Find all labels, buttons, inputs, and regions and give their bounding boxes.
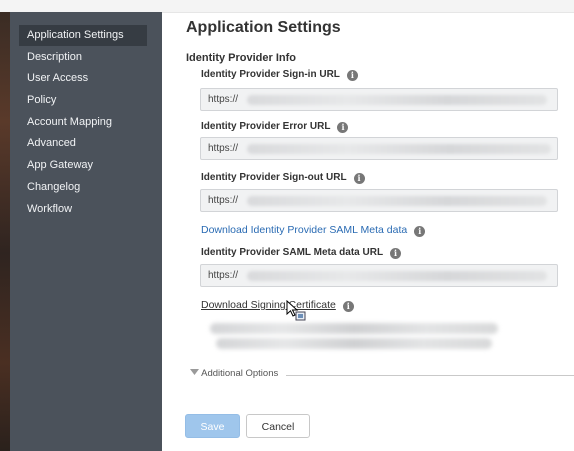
info-icon[interactable]: i — [346, 70, 358, 81]
redacted-blur — [247, 95, 547, 105]
sidebar-item-advanced[interactable]: Advanced — [19, 133, 147, 154]
sidebar-item-changelog[interactable]: Changelog — [19, 177, 147, 198]
error-url-value: https:// — [208, 143, 239, 154]
saml-metadata-url-label-text: Identity Provider SAML Meta data URL — [201, 247, 384, 258]
saml-metadata-url-label: Identity Provider SAML Meta data URL i — [201, 247, 402, 259]
signin-url-label-text: Identity Provider Sign-in URL — [201, 69, 340, 80]
error-url-label-text: Identity Provider Error URL — [201, 121, 331, 132]
download-saml-metadata-text: Download Identity Provider SAML Meta dat… — [201, 224, 408, 236]
divider — [286, 375, 574, 376]
saml-metadata-url-field[interactable]: https:// — [200, 264, 558, 287]
download-signing-certificate-link[interactable]: Download Signing Certificate i — [201, 299, 354, 312]
redacted-blur — [247, 196, 547, 206]
signin-url-value: https:// — [208, 94, 239, 105]
additional-options-label: Additional Options — [201, 368, 279, 379]
download-signing-certificate-text: Download Signing Certificate — [201, 299, 336, 311]
redacted-certificate-blur — [210, 323, 498, 334]
info-icon[interactable]: i — [353, 173, 365, 184]
redacted-certificate-blur — [216, 338, 492, 349]
redacted-blur — [247, 144, 551, 154]
main-content: Application Settings Identity Provider I… — [162, 12, 574, 451]
sidebar-item-policy[interactable]: Policy — [19, 90, 147, 111]
sidebar-item-app-gateway[interactable]: App Gateway — [19, 155, 147, 176]
error-url-label: Identity Provider Error URL i — [201, 121, 349, 133]
page-title: Application Settings — [186, 19, 341, 36]
background-edge — [0, 12, 10, 451]
error-url-field[interactable]: https:// — [200, 137, 558, 160]
signin-url-field[interactable]: https:// — [200, 88, 558, 111]
signout-url-value: https:// — [208, 195, 239, 206]
info-icon[interactable]: i — [414, 226, 426, 237]
mouse-cursor-icon — [286, 300, 306, 321]
saml-metadata-url-value: https:// — [208, 270, 239, 281]
sidebar-item-application-settings[interactable]: Application Settings — [19, 25, 147, 46]
signout-url-label-text: Identity Provider Sign-out URL — [201, 172, 347, 183]
sidebar-item-description[interactable]: Description — [19, 47, 147, 68]
info-icon[interactable]: i — [342, 301, 354, 312]
sidebar-item-user-access[interactable]: User Access — [19, 68, 147, 89]
save-button[interactable]: Save — [185, 414, 240, 438]
sidebar-item-workflow[interactable]: Workflow — [19, 199, 147, 220]
signout-url-field[interactable]: https:// — [200, 189, 558, 212]
signout-url-label: Identity Provider Sign-out URL i — [201, 172, 365, 184]
redacted-blur — [247, 271, 547, 281]
info-icon[interactable]: i — [390, 248, 402, 259]
section-title: Identity Provider Info — [186, 52, 297, 64]
download-saml-metadata-link[interactable]: Download Identity Provider SAML Meta dat… — [201, 224, 426, 237]
caret-down-icon — [190, 369, 199, 375]
cancel-button[interactable]: Cancel — [246, 414, 310, 438]
signin-url-label: Identity Provider Sign-in URL i — [201, 69, 358, 81]
sidebar: Application Settings Description User Ac… — [10, 12, 162, 451]
additional-options-toggle[interactable]: Additional Options — [190, 368, 574, 382]
info-icon[interactable]: i — [337, 122, 349, 133]
sidebar-item-account-mapping[interactable]: Account Mapping — [19, 112, 147, 133]
